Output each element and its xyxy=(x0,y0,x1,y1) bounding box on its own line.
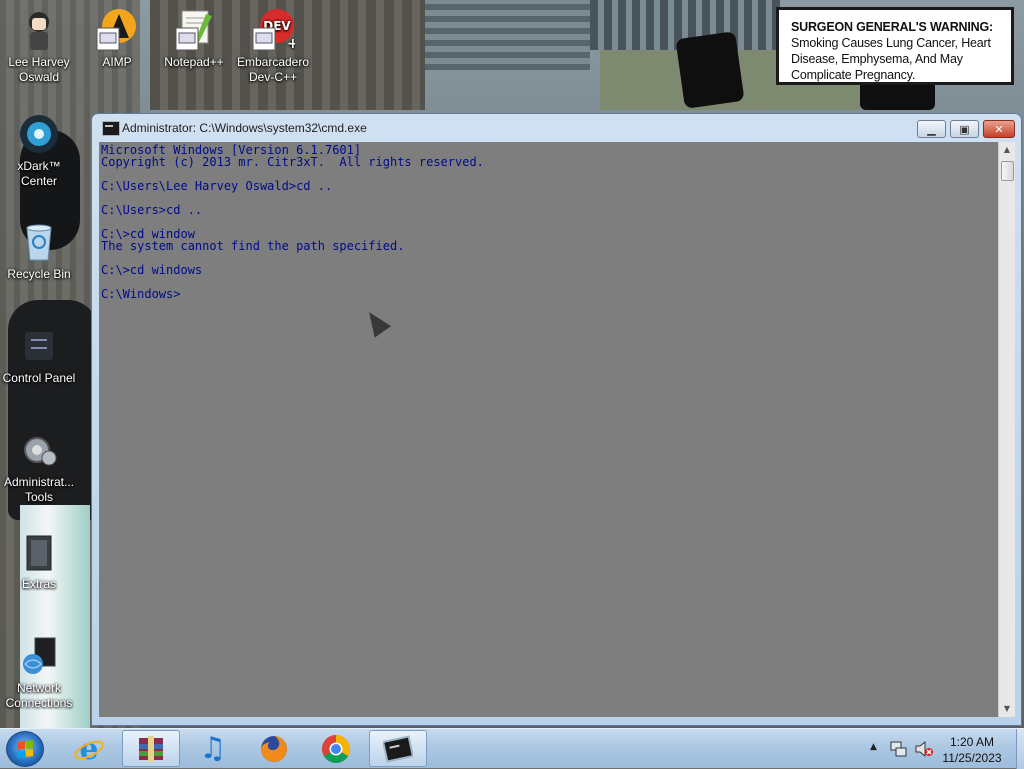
desktop-icon-network-connections[interactable]: Network Connections xyxy=(0,634,78,711)
taskbar-clock[interactable]: 1:20 AM 11/25/2023 xyxy=(930,734,1014,766)
xdark-center-icon xyxy=(17,112,61,156)
cmd-taskbar-icon xyxy=(383,734,413,763)
vertical-scrollbar[interactable]: ▲ ▼ xyxy=(998,142,1015,717)
close-button[interactable]: ✕ xyxy=(983,120,1015,138)
wallpaper-warning-sign: SURGEON GENERAL'S WARNING: Smoking Cause… xyxy=(776,7,1014,85)
minimize-button[interactable]: ▁ xyxy=(917,120,946,138)
chrome-icon xyxy=(322,734,350,763)
control-panel-icon xyxy=(17,324,61,368)
cmd-window-icon[interactable] xyxy=(102,121,120,136)
maximize-icon: ▣ xyxy=(959,122,970,136)
show-desktop-button[interactable] xyxy=(1016,729,1024,769)
desktop-icon-aimp[interactable]: AIMP xyxy=(78,8,156,70)
dev-cpp-icon: DEV + xyxy=(251,8,295,52)
desktop-icon-label: Extras xyxy=(21,577,56,591)
console-text: Microsoft Windows [Version 6.1.7601] Cop… xyxy=(101,143,484,301)
notepad-plus-plus-icon xyxy=(172,8,216,52)
taskbar-firefox[interactable] xyxy=(245,730,303,767)
window-titlebar[interactable]: Administrator: C:\Windows\system32\cmd.e… xyxy=(92,114,1021,142)
desktop-icon-xdark-center[interactable]: xDark™ Center xyxy=(0,112,78,189)
music-player-icon: ♫ xyxy=(199,731,227,766)
desktop-icon-label: Control Panel xyxy=(2,371,76,385)
taskbar-cmd[interactable] xyxy=(369,730,427,767)
taskbar-winrar[interactable] xyxy=(122,730,180,767)
firefox-icon xyxy=(261,735,287,762)
svg-text:+: + xyxy=(287,36,295,52)
taskbar-chrome[interactable] xyxy=(307,730,365,767)
start-button[interactable] xyxy=(6,731,44,767)
cmd-window[interactable]: Administrator: C:\Windows\system32\cmd.e… xyxy=(91,113,1022,726)
desktop-icon-recycle-bin[interactable]: Recycle Bin xyxy=(0,220,78,282)
desktop-icon-extras[interactable]: Extras xyxy=(0,530,78,592)
desktop-icon-label: Embarcadero Dev-C++ xyxy=(236,55,310,84)
desktop-icon-dev-cpp[interactable]: DEV + Embarcadero Dev-C++ xyxy=(234,8,312,85)
windows-logo-icon xyxy=(17,740,33,758)
aimp-icon xyxy=(95,8,139,52)
winrar-icon xyxy=(139,735,163,762)
desktop-icon-label: Network Connections xyxy=(5,681,73,710)
taskbar-music-player[interactable]: ♫ xyxy=(184,730,242,767)
scrollbar-thumb[interactable] xyxy=(1001,161,1014,181)
close-icon: ✕ xyxy=(994,122,1004,136)
network-tray-icon[interactable] xyxy=(890,740,908,758)
window-title: Administrator: C:\Windows\system32\cmd.e… xyxy=(122,121,367,135)
desktop-icon-control-panel[interactable]: Control Panel xyxy=(0,324,78,386)
administrative-tools-icon xyxy=(17,428,61,472)
desktop-icon-label: Recycle Bin xyxy=(7,267,71,281)
maximize-button[interactable]: ▣ xyxy=(950,120,979,138)
console-output[interactable]: Microsoft Windows [Version 6.1.7601] Cop… xyxy=(99,142,998,717)
desktop-icon-user-folder[interactable]: Lee Harvey Oswald xyxy=(0,8,78,85)
clock-time: 1:20 AM xyxy=(949,735,995,749)
desktop-icon-notepad-plus-plus[interactable]: Notepad++ xyxy=(155,8,233,70)
scroll-up-arrow-icon[interactable]: ▲ xyxy=(999,142,1015,158)
network-connections-icon xyxy=(17,634,61,678)
clock-date: 11/25/2023 xyxy=(942,751,1002,765)
show-hidden-icons-icon[interactable]: ▲ xyxy=(870,742,877,752)
desktop-icon-label: Notepad++ xyxy=(164,55,224,69)
recycle-bin-icon xyxy=(17,220,61,264)
scroll-down-arrow-icon[interactable]: ▼ xyxy=(999,701,1015,717)
desktop-icon-label: Administrat... Tools xyxy=(3,475,75,504)
desktop-icon-administrative-tools[interactable]: Administrat... Tools xyxy=(0,428,78,505)
desktop-icon-label: Lee Harvey Oswald xyxy=(8,55,70,84)
taskbar: e ♫ ▲ 1:20 AM 11/25/2023 xyxy=(0,728,1024,769)
taskbar-internet-explorer[interactable]: e xyxy=(60,730,118,767)
user-folder-icon xyxy=(17,8,61,52)
svg-text:e: e xyxy=(79,733,98,765)
extras-folder-icon xyxy=(17,530,61,574)
internet-explorer-icon: e xyxy=(74,733,104,765)
desktop-icon-label: xDark™ Center xyxy=(17,159,61,188)
desktop-icon-label: AIMP xyxy=(102,55,132,69)
minimize-icon: ▁ xyxy=(927,122,936,136)
